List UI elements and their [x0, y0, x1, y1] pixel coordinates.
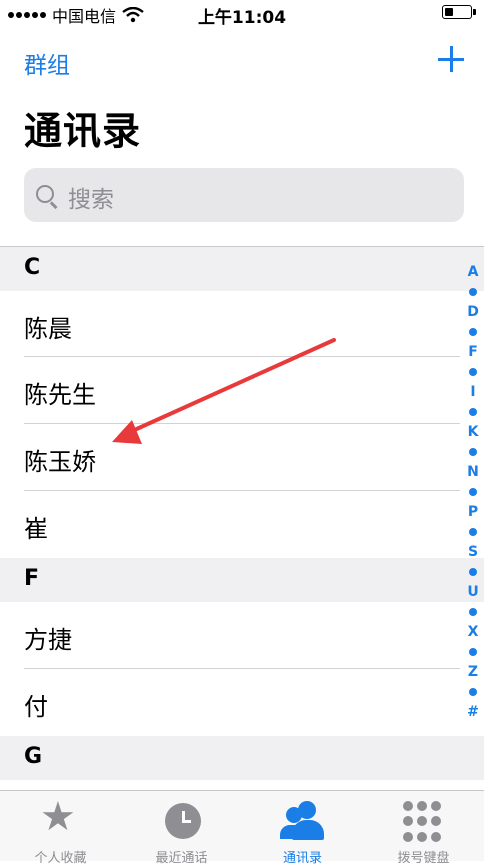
section-letter: F — [24, 566, 40, 591]
star-icon: ★ — [40, 794, 76, 840]
index-letter[interactable]: U — [462, 582, 484, 602]
contact-row[interactable]: 崔 — [0, 491, 460, 559]
plus-icon[interactable] — [436, 44, 466, 74]
index-letter[interactable]: A — [462, 262, 484, 282]
index-letter[interactable]: F — [462, 342, 484, 362]
search-input[interactable]: 搜索 — [24, 168, 464, 222]
section-letter: G — [24, 744, 43, 769]
battery-icon — [442, 5, 476, 19]
index-letter[interactable]: X — [462, 622, 484, 642]
index-dot — [462, 282, 484, 302]
groups-button[interactable]: 群组 — [24, 46, 70, 80]
index-dot — [462, 362, 484, 382]
search-placeholder: 搜索 — [68, 187, 114, 213]
index-letter[interactable]: D — [462, 302, 484, 322]
contact-row[interactable]: 陈玉娇 — [0, 424, 460, 492]
tab-recents[interactable]: 最近通话 — [121, 791, 242, 866]
section-header-g: G — [0, 736, 484, 780]
index-letter[interactable]: I — [462, 382, 484, 402]
tab-keypad[interactable]: 拨号键盘 — [363, 791, 484, 866]
index-dot — [462, 442, 484, 462]
index-dot — [462, 682, 484, 702]
tab-label: 最近通话 — [155, 851, 208, 866]
contact-name: 陈玉娇 — [24, 448, 96, 476]
section-index[interactable]: A D F I K N P S U X Z # — [462, 262, 484, 722]
index-dot — [462, 482, 484, 502]
index-letter[interactable]: K — [462, 422, 484, 442]
index-letter[interactable]: P — [462, 502, 484, 522]
contacts-icon — [278, 801, 330, 841]
index-dot — [462, 642, 484, 662]
index-dot — [462, 562, 484, 582]
status-time: 上午11:04 — [197, 8, 287, 28]
index-dot — [462, 322, 484, 342]
contact-row[interactable]: 陈先生 — [0, 357, 460, 425]
search-icon — [36, 185, 54, 203]
index-dot — [462, 402, 484, 422]
page-title: 通讯录 — [24, 109, 142, 153]
index-dot — [462, 522, 484, 542]
contact-row[interactable]: 陈晨 — [0, 291, 460, 359]
tab-label: 通讯录 — [282, 851, 322, 866]
section-letter: C — [24, 255, 41, 280]
contact-row[interactable]: 付 — [0, 669, 460, 737]
index-letter[interactable]: N — [462, 462, 484, 482]
status-bar: 中国电信 上午11:04 — [0, 0, 484, 28]
section-header-c: C — [0, 247, 484, 291]
contact-name: 方捷 — [24, 626, 72, 654]
contact-name: 崔 — [24, 515, 48, 543]
index-dot — [462, 602, 484, 622]
index-letter[interactable]: Z — [462, 662, 484, 682]
contact-name: 陈晨 — [24, 315, 72, 343]
tab-favorites[interactable]: ★ 个人收藏 — [0, 791, 121, 866]
contact-row[interactable]: 方捷 — [0, 602, 460, 670]
keypad-icon — [403, 801, 445, 843]
index-letter[interactable]: # — [462, 702, 484, 722]
contact-name: 付 — [24, 693, 48, 721]
contact-name: 陈先生 — [24, 381, 96, 409]
index-letter[interactable]: S — [462, 542, 484, 562]
tab-label: 个人收藏 — [34, 851, 87, 866]
section-header-f: F — [0, 558, 484, 602]
clock-icon — [165, 803, 201, 839]
tab-contacts[interactable]: 通讯录 — [242, 791, 363, 866]
tab-bar: ★ 个人收藏 最近通话 通讯录 拨号键盘 — [0, 790, 484, 866]
battery-fill — [445, 8, 454, 16]
tab-label: 拨号键盘 — [397, 851, 450, 866]
